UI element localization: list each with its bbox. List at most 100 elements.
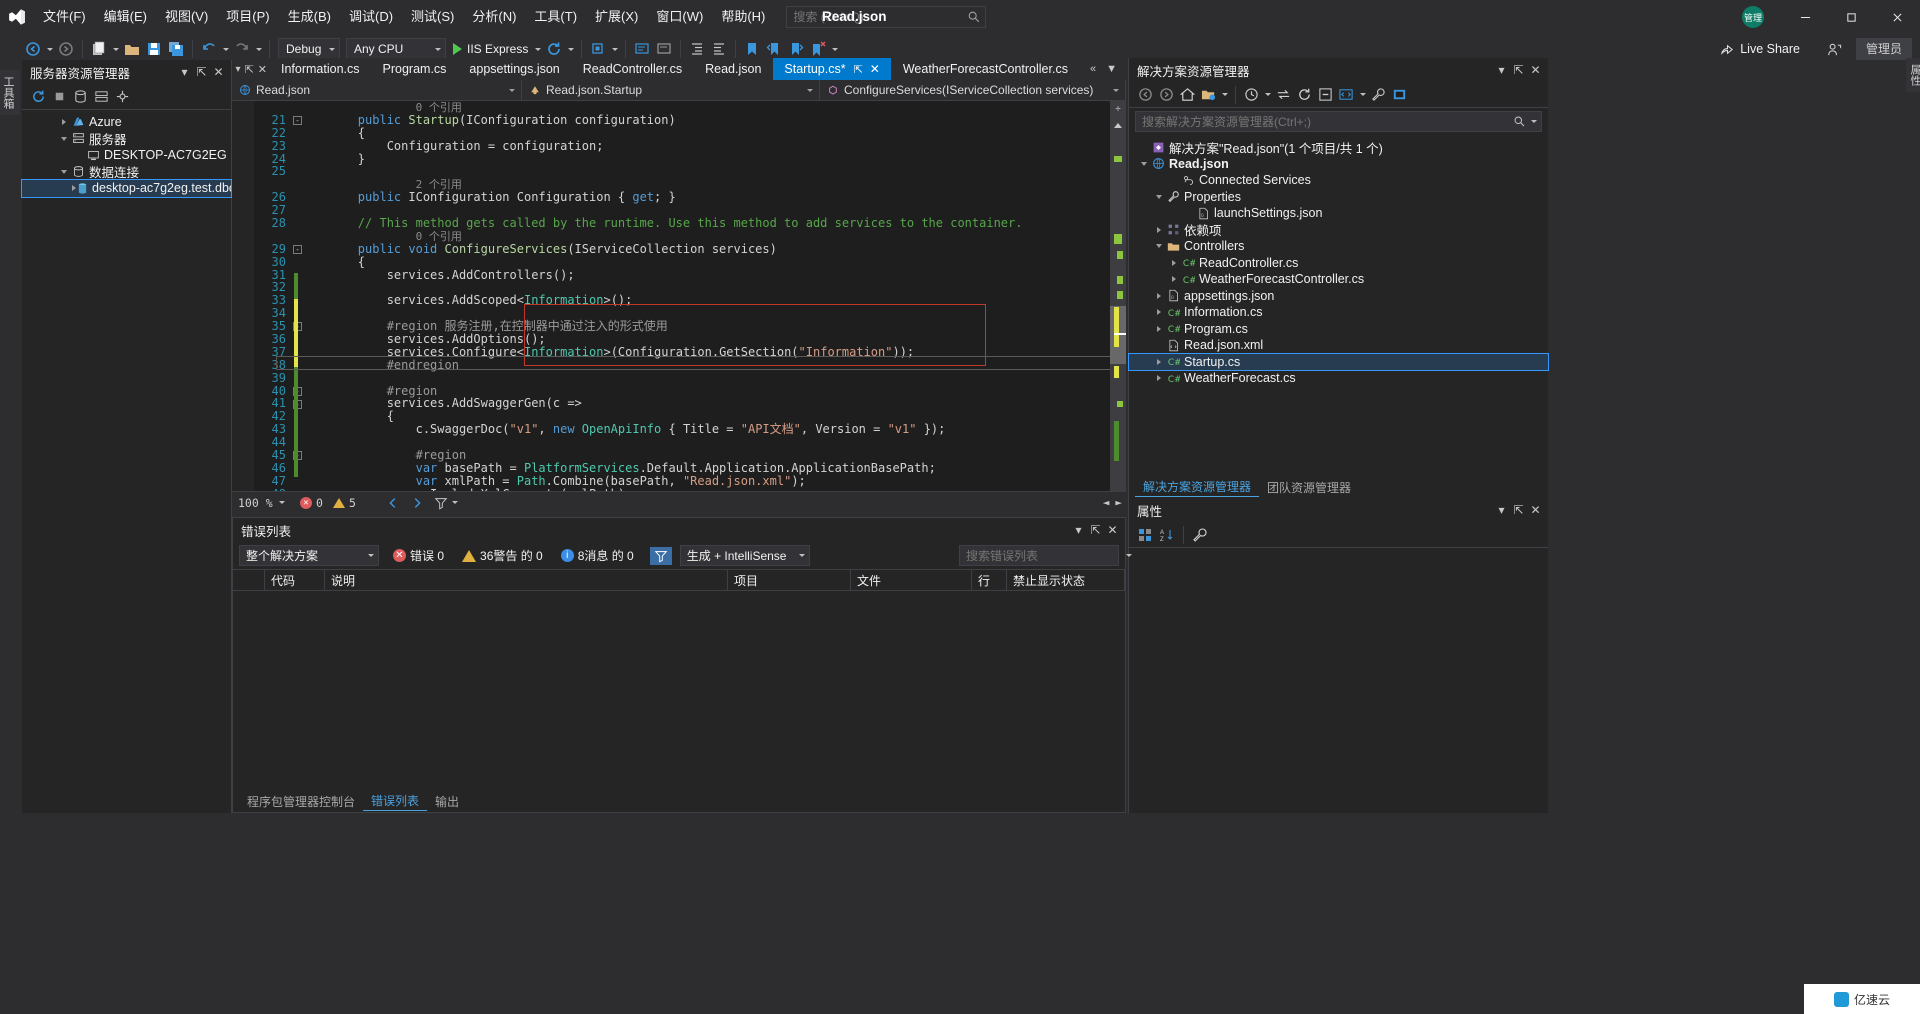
view-code-dropdown-icon[interactable] (1357, 83, 1368, 107)
tree-expander[interactable] (1152, 244, 1165, 249)
navbar-type-dropdown[interactable]: Read.json.Startup (522, 80, 820, 100)
error-list-pin-icon[interactable]: ⇱ (1087, 522, 1104, 539)
tabstrip-dropdown-icon[interactable]: ▾ (236, 64, 245, 75)
chevron-down-icon-solution-search[interactable] (1531, 120, 1537, 123)
code-line[interactable]: #endregion (300, 358, 1106, 372)
tree-expander[interactable] (57, 169, 70, 174)
property-pages-button[interactable] (1189, 523, 1211, 547)
collapse-all-button[interactable] (1315, 83, 1336, 107)
tabstrip-list-icon[interactable]: ▼ (1101, 63, 1122, 75)
tree-item-program-cs[interactable]: C# Program.cs (1129, 321, 1548, 338)
menu-extensions[interactable]: 扩展(X) (586, 0, 647, 34)
properties-button[interactable] (112, 85, 133, 109)
tabstrip-pin-icon[interactable]: ⇱ (245, 63, 258, 76)
pin-icon[interactable]: ⇱ (193, 64, 210, 81)
code-line[interactable]: public IConfiguration Configuration { ge… (300, 191, 1106, 204)
view-code-button[interactable] (1336, 83, 1357, 107)
tab-package-manager-console[interactable]: 程序包管理器控制台 (239, 793, 363, 810)
document-tab-startup.cs[interactable]: Startup.cs* ⇱ ✕ (773, 58, 892, 80)
code-line[interactable]: c.SwaggerDoc("v1", new OpenApiInfo { Tit… (300, 423, 1106, 436)
document-tab-program.cs[interactable]: Program.cs (371, 58, 459, 80)
tree-item-appsettings-json[interactable]: {} appsettings.json (1129, 288, 1548, 305)
error-list-menu-icon[interactable]: ▾ (1070, 522, 1087, 539)
menu-edit[interactable]: 编辑(E) (95, 0, 156, 34)
solution-back-button[interactable] (1135, 83, 1156, 107)
toolbox-vertical-tab[interactable]: 工具箱 (0, 70, 20, 115)
alphabetical-view-button[interactable]: AZ (1156, 523, 1178, 547)
tree-item-controllers[interactable]: Controllers (1129, 238, 1548, 255)
save-button[interactable] (143, 37, 165, 61)
code-line[interactable]: services.AddSwaggerGen(c => (300, 397, 1106, 410)
tree-expander[interactable] (1152, 375, 1165, 382)
properties-pin-icon[interactable]: ⇱ (1510, 502, 1527, 519)
undo-dropdown-icon[interactable] (220, 37, 231, 61)
document-tab-appsettings.json[interactable]: appsettings.json (458, 58, 572, 80)
tree-expander[interactable] (1152, 325, 1165, 332)
editor-error-count[interactable]: ✕ 0 (300, 496, 323, 510)
tree-item-read-json-1-1[interactable]: 解决方案"Read.json"(1 个项目/共 1 个) (1129, 139, 1548, 156)
minimize-button[interactable] (1782, 0, 1828, 34)
tree-item-[interactable]: 数据连接 (22, 164, 231, 180)
solution-close-icon[interactable]: ✕ (1527, 62, 1544, 79)
code-line[interactable]: services.AddControllers(); (300, 268, 1106, 282)
navigate-back-dropdown-icon[interactable] (44, 37, 55, 61)
show-all-files-button[interactable] (1198, 83, 1219, 107)
menu-test[interactable]: 测试(S) (402, 0, 463, 34)
connect-database-button[interactable] (70, 85, 91, 109)
code-line[interactable]: // This method gets called by the runtim… (300, 217, 1106, 230)
solution-panel-menu-icon[interactable]: ▾ (1493, 62, 1510, 79)
col-description[interactable]: 说明 (325, 570, 728, 590)
filter-messages-button[interactable]: i 8消息 的 0 (557, 545, 638, 566)
solution-search-input[interactable] (1142, 114, 1513, 129)
add-server-button[interactable] (91, 85, 112, 109)
col-project[interactable]: 项目 (728, 570, 851, 590)
split-view-icon[interactable]: ✛ (1112, 105, 1124, 114)
nav-prev-button[interactable] (386, 496, 400, 510)
editor-warning-count[interactable]: 5 (332, 496, 356, 510)
tab-output[interactable]: 输出 (427, 793, 467, 810)
live-share-button[interactable]: Live Share (1720, 34, 1800, 64)
close-icon[interactable]: ✕ (210, 64, 227, 81)
pending-changes-dropdown-icon[interactable] (1262, 83, 1273, 107)
sync-with-active-document-button[interactable] (1273, 83, 1294, 107)
navigate-back-button[interactable] (22, 37, 44, 61)
tab-close-icon[interactable]: ✕ (870, 62, 880, 76)
solution-platform-combo[interactable]: Any CPU (346, 38, 446, 60)
tree-item-azure[interactable]: Azure (22, 114, 231, 131)
tree-item-readcontroller-cs[interactable]: C# ReadController.cs (1129, 255, 1548, 272)
properties-window-button[interactable] (1368, 83, 1389, 107)
tree-expander[interactable] (1152, 194, 1165, 199)
solution-configuration-combo[interactable]: Debug (278, 38, 340, 60)
horizontal-scroll-left-icon[interactable]: ◄ (1103, 496, 1110, 509)
open-file-button[interactable] (121, 37, 143, 61)
error-scope-combo[interactable]: 整个解决方案 (239, 545, 379, 566)
tree-expander[interactable] (57, 136, 70, 141)
editor-filter-button[interactable] (434, 496, 458, 510)
menu-tools[interactable]: 工具(T) (525, 0, 586, 34)
refresh-solution-button[interactable] (1294, 83, 1315, 107)
tree-item-properties[interactable]: Properties (1129, 189, 1548, 206)
properties-menu-icon[interactable]: ▾ (1493, 502, 1510, 519)
menu-build[interactable]: 生成(B) (279, 0, 340, 34)
col-line[interactable]: 行 (972, 570, 1007, 590)
document-tab-weatherforecastcontroller.cs[interactable]: WeatherForecastController.cs (891, 58, 1080, 80)
tree-item-weatherforecastcontroller-cs[interactable]: C# WeatherForecastController.cs (1129, 271, 1548, 288)
error-list-close-icon[interactable]: ✕ (1104, 522, 1121, 539)
solution-forward-button[interactable] (1156, 83, 1177, 107)
document-tab-readcontroller.cs[interactable]: ReadController.cs (571, 58, 695, 80)
navigate-forward-button[interactable] (55, 37, 77, 61)
tab-pin-icon[interactable]: ⇱ (854, 63, 863, 76)
menu-debug[interactable]: 调试(D) (340, 0, 402, 34)
filter-warnings-button[interactable]: 36警告 的 0 (458, 545, 547, 566)
zoom-level-combo[interactable]: 100 % (232, 496, 290, 510)
tree-item-information-cs[interactable]: C# Information.cs (1129, 304, 1548, 321)
tree-item-weatherforecast-cs[interactable]: C# WeatherForecast.cs (1129, 370, 1548, 387)
build-intellisense-combo[interactable]: 生成 + IntelliSense (679, 545, 810, 566)
editor-scrollbar[interactable]: ✛ (1110, 101, 1126, 513)
col-file[interactable]: 文件 (851, 570, 972, 590)
new-project-dropdown-icon[interactable] (110, 37, 121, 61)
tree-expander[interactable] (1152, 292, 1165, 299)
tab-error-list[interactable]: 错误列表 (363, 792, 428, 811)
new-project-button[interactable] (88, 37, 110, 61)
toggle-build-errors-button[interactable] (649, 546, 672, 565)
